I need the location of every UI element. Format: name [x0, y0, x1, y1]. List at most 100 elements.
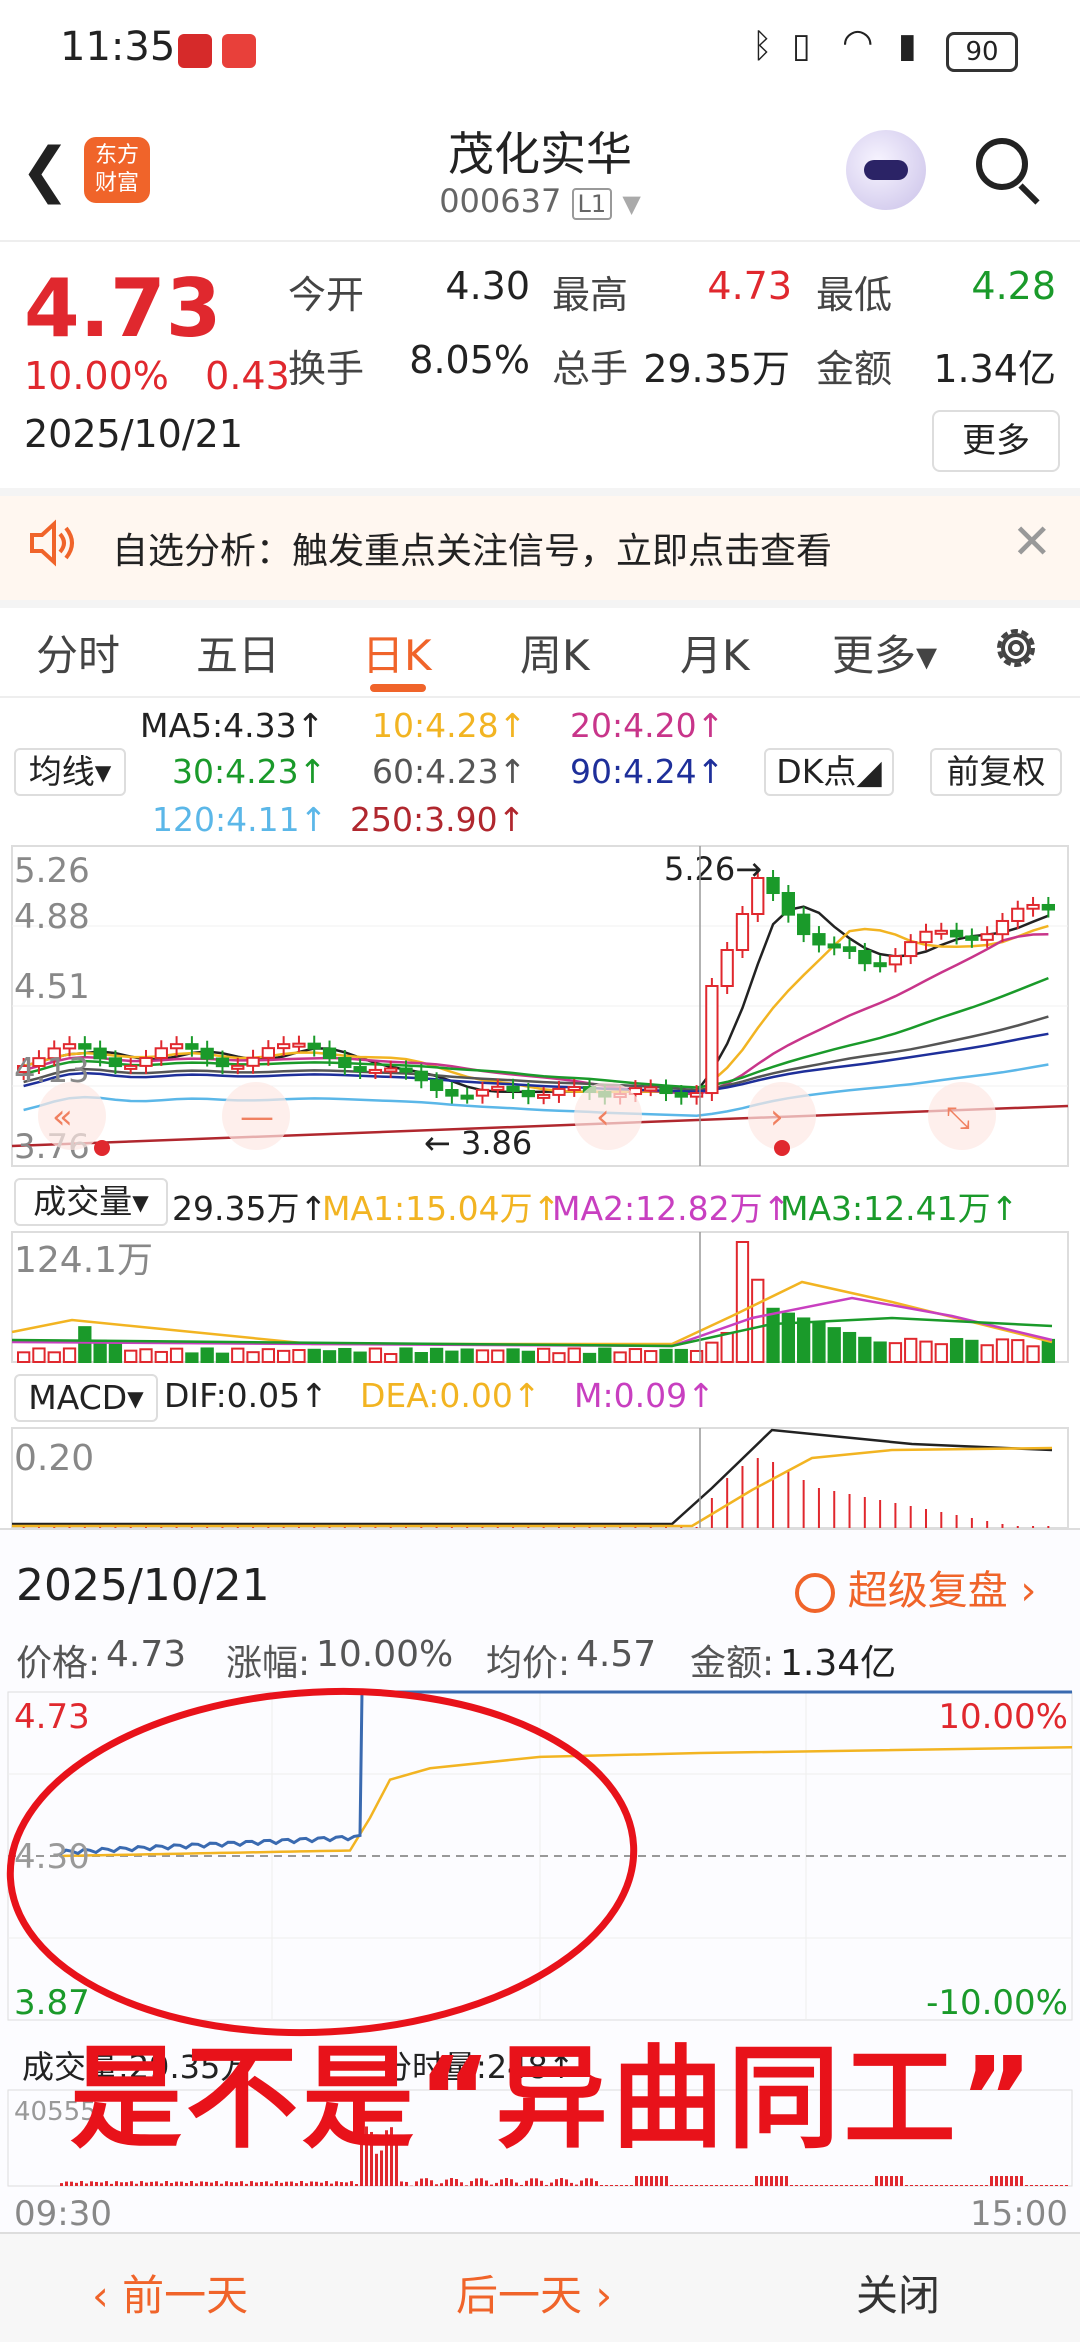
chevron-down-icon[interactable]: ▼ [622, 190, 640, 218]
volume-bar [813, 1323, 824, 1362]
tab-daily-k[interactable]: 日K [362, 622, 432, 683]
intraday-volume-bar [960, 2185, 963, 2186]
intraday-volume-bar [795, 2185, 798, 2186]
volume-bar [997, 1339, 1008, 1362]
intraday-volume-bar [445, 2180, 448, 2186]
avg-label: 均价: [486, 1634, 570, 1686]
volume-bar [1043, 1340, 1054, 1362]
search-icon[interactable] [976, 138, 1028, 190]
level-badge[interactable]: L1 [572, 188, 613, 220]
intraday-volume-bar [1045, 2185, 1048, 2186]
ai-assistant-icon[interactable] [846, 130, 926, 210]
close-button[interactable]: 关闭 [856, 2262, 940, 2323]
volume-bar [18, 1352, 29, 1362]
close-icon[interactable]: ✕ [1012, 514, 1052, 570]
intraday-volume-bar [95, 2182, 98, 2186]
intraday-volume-bar [920, 2185, 923, 2186]
more-button[interactable]: 更多 [932, 410, 1060, 472]
intraday-volume-bar [275, 2181, 278, 2186]
intraday-volume-bar [655, 2176, 658, 2186]
high-value: 4.73 [680, 264, 792, 308]
intraday-volume-bar [320, 2183, 323, 2186]
intraday-volume-bar [260, 2182, 263, 2186]
tab-weekly-k[interactable]: 周K [520, 622, 590, 683]
kline-chart[interactable]: 5.26 4.88 4.51 4.13 3.76 5.26→ ← 3.86 « … [12, 846, 1068, 1166]
volume-selector[interactable]: 成交量▾ [14, 1178, 168, 1226]
dk-point-button[interactable]: DK点◢ [764, 748, 894, 796]
intraday-chart[interactable]: 4.73 4.30 3.87 10.00% -10.00% [0, 1692, 1080, 2020]
battery-icon: 90 [946, 32, 1018, 72]
candle-body [416, 1072, 427, 1081]
quote-date: 2025/10/21 [24, 412, 243, 456]
intraday-volume-bar [1035, 2185, 1038, 2186]
intraday-volume-bar [225, 2181, 228, 2186]
gear-icon[interactable] [990, 622, 1042, 674]
volume-bar [538, 1349, 549, 1362]
amount-value: 1.34亿 [920, 338, 1056, 393]
kline-y-label: 4.51 [14, 967, 90, 1007]
intraday-volume-bar [200, 2181, 203, 2186]
intraday-volume-bar [625, 2185, 628, 2186]
intraday-volume-bar [900, 2176, 903, 2186]
macd-chart[interactable]: 0.20 [12, 1428, 1068, 1528]
macd-selector[interactable]: MACD▾ [14, 1374, 158, 1422]
intraday-volume-bar [730, 2185, 733, 2186]
dea-value: DEA:0.00↑ [360, 1376, 541, 1415]
volume-bar [982, 1345, 993, 1362]
ma5-value: MA5:4.33↑ [140, 706, 324, 745]
replay-date: 2025/10/21 [16, 1560, 270, 1611]
intraday-volume-bar [130, 2181, 133, 2186]
volume-value: 29.35万↑ [172, 1182, 327, 1230]
price-adjust-button[interactable]: 前复权 [930, 748, 1062, 796]
volume-bar [217, 1354, 228, 1362]
intraday-volume-bar [500, 2179, 503, 2186]
intraday-volume-bar [220, 2184, 223, 2186]
candle-body [186, 1044, 197, 1049]
intraday-volume-bar [455, 2179, 458, 2186]
time-end: 15:00 [970, 2194, 1068, 2234]
candle-body [400, 1068, 411, 1071]
macd-max-label: 0.20 [14, 1438, 94, 1479]
tab-intraday[interactable]: 分时 [36, 622, 120, 683]
intraday-volume-bar [620, 2185, 623, 2186]
intraday-volume-bar [790, 2185, 793, 2186]
intraday-volume-bar [490, 2185, 493, 2186]
intraday-volume-bar [910, 2185, 913, 2186]
intraday-volume-bar [880, 2176, 883, 2186]
prev-day-button[interactable]: ‹ 前一天 [92, 2262, 248, 2323]
intraday-volume-bar [670, 2185, 673, 2186]
tab-five-day[interactable]: 五日 [196, 622, 280, 683]
candle-body [217, 1059, 228, 1067]
super-replay-link[interactable]: 超级复盘 › [795, 1558, 1036, 1616]
expand-icon: ⤡ [946, 1101, 970, 1136]
amount-label: 金额 [816, 338, 892, 393]
intraday-volume-bar [165, 2181, 168, 2186]
tab-monthly-k[interactable]: 月K [680, 622, 750, 683]
intraday-volume-bar [705, 2185, 708, 2186]
volume-bar [676, 1350, 687, 1362]
ma-selector[interactable]: 均线▾ [14, 748, 126, 796]
intraday-volume-bar [300, 2181, 303, 2186]
volume-bar [737, 1242, 748, 1362]
intraday-volume-bar [660, 2176, 663, 2186]
alert-banner[interactable]: 自选分析：触发重点关注信号，立即点击查看 ✕ [0, 488, 1080, 608]
volume-chart[interactable]: 124.1万 [12, 1232, 1068, 1362]
candle-body [645, 1087, 656, 1090]
intraday-volume-bar [950, 2185, 953, 2186]
candle-body [553, 1089, 564, 1095]
tab-more[interactable]: 更多▾ [832, 622, 937, 683]
candle-body [767, 878, 778, 893]
time-start: 09:30 [14, 2194, 112, 2234]
candle-body [309, 1044, 320, 1049]
price-label: 价格: [16, 1634, 100, 1686]
intraday-volume-bar [1040, 2185, 1043, 2186]
volume-bar [722, 1333, 733, 1362]
intraday-volume-bar [760, 2176, 763, 2186]
volume-bar [232, 1349, 243, 1362]
volume-bar [874, 1342, 885, 1362]
intraday-volume-bar [990, 2176, 993, 2186]
intraday-volume-bar [575, 2185, 578, 2186]
intraday-volume-bar [75, 2183, 78, 2186]
intraday-volume-bar [540, 2181, 543, 2186]
next-day-button[interactable]: 后一天 › [456, 2262, 612, 2323]
